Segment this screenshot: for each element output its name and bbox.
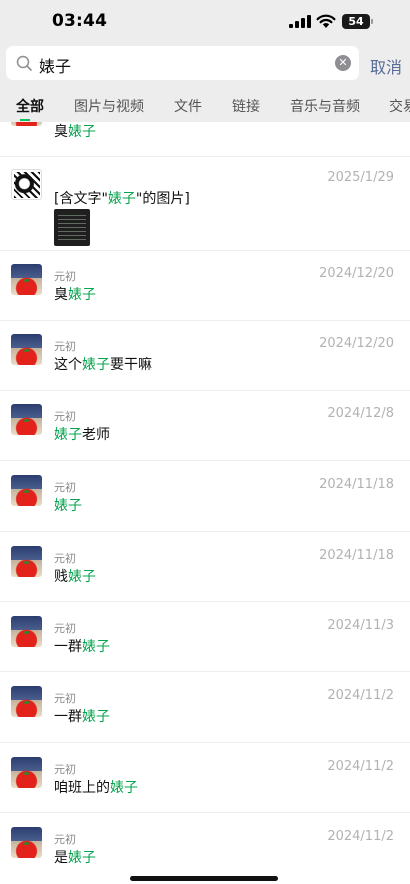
message-text: [含文字"婊子"的图片] [54,191,190,207]
sender-name: 元初 [54,692,76,705]
sender-name: 元初 [54,763,76,776]
category-tabs: 全部 图片与视频 文件 链接 音乐与音频 交易 [0,96,410,122]
avatar [11,686,42,717]
message-date: 2024/11/18 [319,477,394,492]
avatar [11,334,42,365]
message-date: 2024/12/20 [319,336,394,351]
result-row[interactable]: 元初 2024/12/20 臭婊子 [0,251,410,321]
avatar [11,404,42,435]
tab-links[interactable]: 链接 [232,96,260,116]
message-text: 婊子老师 [54,427,110,443]
image-thumbnail[interactable] [54,209,90,246]
result-row[interactable]: 元初 2024/11/3 一群婊子 [0,602,410,672]
message-text: 咱班上的婊子 [54,780,138,796]
sender-name: 元初 [54,481,76,494]
message-date: 2024/11/3 [327,618,394,633]
battery-cap [371,19,373,24]
tab-transactions[interactable]: 交易 [389,96,410,116]
tab-music-audio[interactable]: 音乐与音频 [290,96,360,116]
search-results-list[interactable]: 臭婊子 2025/1/29 [含文字"婊子"的图片] 元初 2024/12/20… [0,122,410,884]
message-text: 贱婊子 [54,569,96,585]
active-tab-indicator [20,119,30,121]
result-row[interactable]: 元初 2024/11/18 婊子 [0,461,410,532]
sender-name: 元初 [54,410,76,423]
search-bar[interactable]: 婊子 ✕ [6,46,359,80]
result-row[interactable]: 2025/1/29 [含文字"婊子"的图片] [0,157,410,251]
sender-name: 元初 [54,833,76,846]
tab-files[interactable]: 文件 [174,96,202,116]
sender-name: 元初 [54,622,76,635]
message-date: 2024/11/2 [327,829,394,844]
cellular-signal-icon [289,15,311,28]
message-text: 这个婊子要干嘛 [54,357,152,373]
sender-name: 元初 [54,340,76,353]
result-row[interactable]: 元初 2024/12/8 婊子老师 [0,391,410,461]
avatar [11,475,42,506]
message-date: 2024/11/2 [327,688,394,703]
home-indicator[interactable] [130,876,278,881]
avatar [11,264,42,295]
message-date: 2025/1/29 [327,170,394,185]
result-row[interactable]: 元初 2024/11/2 是婊子 [0,813,410,884]
search-input[interactable]: 婊子 [39,53,71,77]
result-row[interactable]: 元初 2024/11/2 一群婊子 [0,672,410,743]
message-date: 2024/11/18 [319,548,394,563]
result-row[interactable]: 元初 2024/11/2 咱班上的婊子 [0,743,410,813]
clear-circle-icon[interactable]: ✕ [335,55,351,71]
message-text: 臭婊子 [54,124,96,140]
tab-all[interactable]: 全部 [16,96,44,116]
magnifier-icon [16,55,32,71]
avatar [11,616,42,647]
message-date: 2024/12/8 [327,406,394,421]
message-text: 是婊子 [54,850,96,866]
cancel-button[interactable]: 取消 [370,54,402,78]
result-row[interactable]: 臭婊子 [0,122,410,157]
avatar [11,757,42,788]
status-bar: 03:44 54 [0,0,410,44]
result-row[interactable]: 元初 2024/12/20 这个婊子要干嘛 [0,321,410,391]
status-time: 03:44 [52,11,108,31]
avatar [11,169,42,200]
avatar [11,827,42,858]
sender-name: 元初 [54,552,76,565]
message-date: 2024/12/20 [319,266,394,281]
tab-images-videos[interactable]: 图片与视频 [74,96,144,116]
result-row[interactable]: 元初 2024/11/18 贱婊子 [0,532,410,602]
search-header: 03:44 54 婊子 ✕ 取消 全部 图片与视频 文件 链接 音乐与音频 交易 [0,0,410,122]
message-date: 2024/11/2 [327,759,394,774]
battery-icon: 54 [342,14,370,29]
sender-name: 元初 [54,270,76,283]
message-text: 一群婊子 [54,709,110,725]
message-text: 婊子 [54,498,82,514]
message-text: 臭婊子 [54,287,96,303]
message-text: 一群婊子 [54,639,110,655]
wifi-icon [316,14,336,28]
avatar [11,546,42,577]
avatar [11,122,42,126]
